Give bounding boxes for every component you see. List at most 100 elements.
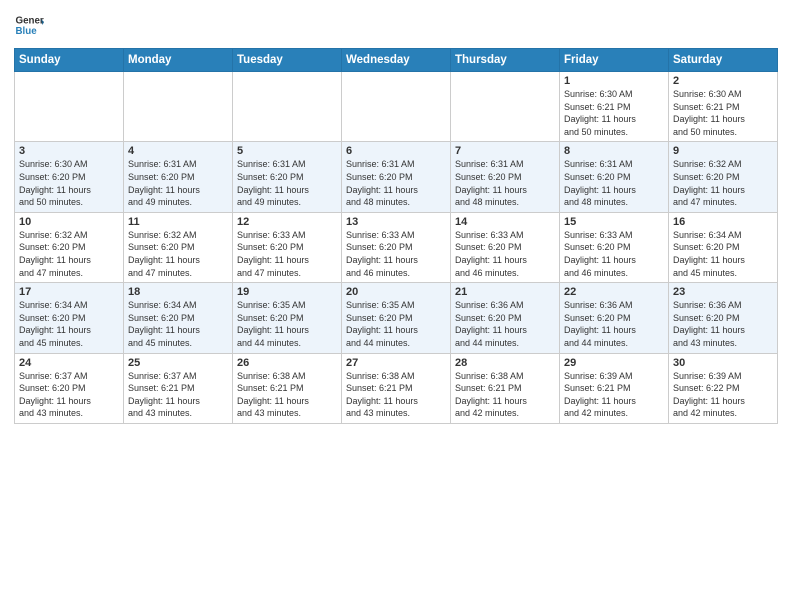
day-number: 26 [237,357,337,369]
day-number: 23 [673,286,773,298]
day-cell [124,72,233,142]
day-cell: 15Sunrise: 6:33 AM Sunset: 6:20 PM Dayli… [560,212,669,282]
day-number: 3 [19,145,119,157]
day-cell: 16Sunrise: 6:34 AM Sunset: 6:20 PM Dayli… [669,212,778,282]
day-cell: 13Sunrise: 6:33 AM Sunset: 6:20 PM Dayli… [342,212,451,282]
day-info: Sunrise: 6:30 AM Sunset: 6:21 PM Dayligh… [564,88,664,138]
day-number: 19 [237,286,337,298]
svg-text:Blue: Blue [16,26,38,37]
day-cell: 4Sunrise: 6:31 AM Sunset: 6:20 PM Daylig… [124,142,233,212]
day-info: Sunrise: 6:36 AM Sunset: 6:20 PM Dayligh… [455,299,555,349]
day-info: Sunrise: 6:30 AM Sunset: 6:20 PM Dayligh… [19,158,119,208]
day-info: Sunrise: 6:34 AM Sunset: 6:20 PM Dayligh… [673,229,773,279]
day-cell [233,72,342,142]
weekday-monday: Monday [124,49,233,72]
day-number: 8 [564,145,664,157]
day-info: Sunrise: 6:39 AM Sunset: 6:21 PM Dayligh… [564,370,664,420]
day-info: Sunrise: 6:31 AM Sunset: 6:20 PM Dayligh… [128,158,228,208]
day-number: 11 [128,216,228,228]
day-number: 21 [455,286,555,298]
day-number: 10 [19,216,119,228]
weekday-wednesday: Wednesday [342,49,451,72]
day-number: 27 [346,357,446,369]
week-row-2: 3Sunrise: 6:30 AM Sunset: 6:20 PM Daylig… [15,142,778,212]
day-number: 18 [128,286,228,298]
day-cell: 1Sunrise: 6:30 AM Sunset: 6:21 PM Daylig… [560,72,669,142]
day-info: Sunrise: 6:34 AM Sunset: 6:20 PM Dayligh… [19,299,119,349]
weekday-sunday: Sunday [15,49,124,72]
day-cell: 10Sunrise: 6:32 AM Sunset: 6:20 PM Dayli… [15,212,124,282]
day-number: 13 [346,216,446,228]
calendar: SundayMondayTuesdayWednesdayThursdayFrid… [14,48,778,424]
day-number: 24 [19,357,119,369]
day-cell: 20Sunrise: 6:35 AM Sunset: 6:20 PM Dayli… [342,283,451,353]
weekday-friday: Friday [560,49,669,72]
day-number: 28 [455,357,555,369]
day-cell: 2Sunrise: 6:30 AM Sunset: 6:21 PM Daylig… [669,72,778,142]
weekday-tuesday: Tuesday [233,49,342,72]
day-info: Sunrise: 6:32 AM Sunset: 6:20 PM Dayligh… [673,158,773,208]
day-info: Sunrise: 6:39 AM Sunset: 6:22 PM Dayligh… [673,370,773,420]
day-cell: 24Sunrise: 6:37 AM Sunset: 6:20 PM Dayli… [15,353,124,423]
day-cell: 30Sunrise: 6:39 AM Sunset: 6:22 PM Dayli… [669,353,778,423]
day-number: 4 [128,145,228,157]
day-cell: 25Sunrise: 6:37 AM Sunset: 6:21 PM Dayli… [124,353,233,423]
page-header: General Blue [14,10,778,40]
day-info: Sunrise: 6:33 AM Sunset: 6:20 PM Dayligh… [237,229,337,279]
weekday-saturday: Saturday [669,49,778,72]
day-info: Sunrise: 6:35 AM Sunset: 6:20 PM Dayligh… [237,299,337,349]
day-cell [15,72,124,142]
day-cell: 18Sunrise: 6:34 AM Sunset: 6:20 PM Dayli… [124,283,233,353]
day-info: Sunrise: 6:30 AM Sunset: 6:21 PM Dayligh… [673,88,773,138]
day-number: 1 [564,75,664,87]
day-cell: 6Sunrise: 6:31 AM Sunset: 6:20 PM Daylig… [342,142,451,212]
day-info: Sunrise: 6:38 AM Sunset: 6:21 PM Dayligh… [455,370,555,420]
day-info: Sunrise: 6:32 AM Sunset: 6:20 PM Dayligh… [128,229,228,279]
day-info: Sunrise: 6:36 AM Sunset: 6:20 PM Dayligh… [564,299,664,349]
day-cell: 28Sunrise: 6:38 AM Sunset: 6:21 PM Dayli… [451,353,560,423]
day-info: Sunrise: 6:34 AM Sunset: 6:20 PM Dayligh… [128,299,228,349]
day-info: Sunrise: 6:32 AM Sunset: 6:20 PM Dayligh… [19,229,119,279]
day-cell: 22Sunrise: 6:36 AM Sunset: 6:20 PM Dayli… [560,283,669,353]
week-row-3: 10Sunrise: 6:32 AM Sunset: 6:20 PM Dayli… [15,212,778,282]
day-cell: 26Sunrise: 6:38 AM Sunset: 6:21 PM Dayli… [233,353,342,423]
logo: General Blue [14,10,50,40]
day-info: Sunrise: 6:38 AM Sunset: 6:21 PM Dayligh… [346,370,446,420]
svg-text:General: General [16,16,45,27]
weekday-thursday: Thursday [451,49,560,72]
day-number: 12 [237,216,337,228]
day-info: Sunrise: 6:31 AM Sunset: 6:20 PM Dayligh… [564,158,664,208]
weekday-header-row: SundayMondayTuesdayWednesdayThursdayFrid… [15,49,778,72]
day-cell: 19Sunrise: 6:35 AM Sunset: 6:20 PM Dayli… [233,283,342,353]
day-cell: 3Sunrise: 6:30 AM Sunset: 6:20 PM Daylig… [15,142,124,212]
day-cell: 29Sunrise: 6:39 AM Sunset: 6:21 PM Dayli… [560,353,669,423]
day-cell [451,72,560,142]
day-info: Sunrise: 6:31 AM Sunset: 6:20 PM Dayligh… [237,158,337,208]
day-info: Sunrise: 6:33 AM Sunset: 6:20 PM Dayligh… [564,229,664,279]
day-info: Sunrise: 6:33 AM Sunset: 6:20 PM Dayligh… [346,229,446,279]
day-number: 16 [673,216,773,228]
day-number: 17 [19,286,119,298]
day-number: 5 [237,145,337,157]
day-number: 2 [673,75,773,87]
day-info: Sunrise: 6:35 AM Sunset: 6:20 PM Dayligh… [346,299,446,349]
day-number: 20 [346,286,446,298]
day-cell: 11Sunrise: 6:32 AM Sunset: 6:20 PM Dayli… [124,212,233,282]
day-info: Sunrise: 6:31 AM Sunset: 6:20 PM Dayligh… [455,158,555,208]
day-number: 15 [564,216,664,228]
day-cell: 23Sunrise: 6:36 AM Sunset: 6:20 PM Dayli… [669,283,778,353]
day-info: Sunrise: 6:37 AM Sunset: 6:20 PM Dayligh… [19,370,119,420]
logo-icon: General Blue [14,10,44,40]
day-cell: 5Sunrise: 6:31 AM Sunset: 6:20 PM Daylig… [233,142,342,212]
day-number: 29 [564,357,664,369]
day-info: Sunrise: 6:31 AM Sunset: 6:20 PM Dayligh… [346,158,446,208]
day-info: Sunrise: 6:38 AM Sunset: 6:21 PM Dayligh… [237,370,337,420]
week-row-4: 17Sunrise: 6:34 AM Sunset: 6:20 PM Dayli… [15,283,778,353]
day-info: Sunrise: 6:33 AM Sunset: 6:20 PM Dayligh… [455,229,555,279]
day-number: 25 [128,357,228,369]
day-cell: 21Sunrise: 6:36 AM Sunset: 6:20 PM Dayli… [451,283,560,353]
day-number: 7 [455,145,555,157]
day-cell [342,72,451,142]
day-number: 14 [455,216,555,228]
day-number: 9 [673,145,773,157]
